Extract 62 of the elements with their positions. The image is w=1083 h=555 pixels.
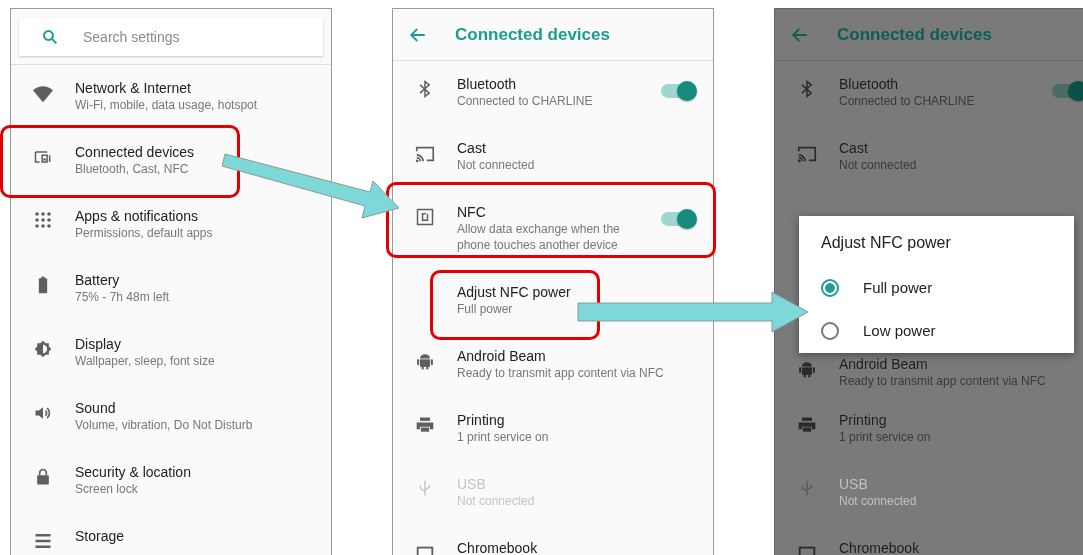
item-summary: Connected to CHARLINE (839, 93, 976, 109)
storage-icon (33, 531, 53, 551)
item-title[interactable]: Android Beam (839, 355, 1078, 373)
android-icon (415, 351, 435, 371)
item-title[interactable]: Chromebook (457, 539, 705, 555)
item-title[interactable]: Storage (75, 527, 323, 545)
item-title[interactable]: Security & location (75, 463, 323, 481)
item-summary: Permissions, default apps (75, 225, 214, 241)
item-title[interactable]: Apps & notifications (75, 207, 323, 225)
item-title[interactable]: Chromebook (839, 539, 1078, 555)
toggle-switch[interactable] (661, 84, 695, 98)
toggle-switch[interactable] (1052, 84, 1083, 98)
item-summary: 1 print service on (457, 429, 550, 445)
back-arrow-icon[interactable] (409, 25, 427, 44)
search-field[interactable]: Search settings (19, 18, 323, 56)
item-title[interactable]: Display (75, 335, 323, 353)
radio-button[interactable] (821, 321, 839, 340)
printer-icon (797, 415, 817, 435)
item-title[interactable]: Printing (839, 411, 1078, 429)
item-title[interactable]: Sound (75, 399, 323, 417)
option-label[interactable]: Full power (863, 279, 933, 296)
item-title[interactable]: Connected devices (75, 143, 323, 161)
item-summary: Ready to transmit app content via NFC (839, 373, 1047, 389)
item-title[interactable]: Cast (839, 139, 1078, 157)
apps-grid-icon (34, 211, 52, 229)
screen-title: Connected devices (837, 24, 992, 45)
item-title[interactable]: Cast (457, 139, 705, 157)
item-title[interactable]: Android Beam (457, 347, 705, 365)
item-title[interactable]: Bluetooth (839, 75, 1044, 93)
item-summary: 75% - 7h 48m left (75, 289, 171, 305)
option-label[interactable]: Low power (863, 322, 936, 339)
item-summary: Not connected (839, 493, 918, 509)
item-summary: Not connected (457, 157, 536, 173)
item-title[interactable]: Network & Internet (75, 79, 323, 97)
item-summary: 1 print service on (839, 429, 932, 445)
toggle-switch[interactable] (661, 212, 695, 226)
item-title[interactable]: Adjust NFC power (457, 283, 705, 301)
item-title[interactable]: Battery (75, 271, 323, 289)
item-summary: Wi-Fi, mobile, data usage, hotspot (75, 97, 259, 113)
item-summary: Volume, vibration, Do Not Disturb (75, 417, 254, 433)
wifi-icon (32, 83, 54, 105)
item-summary: Full power (457, 301, 514, 317)
dialog-title: Adjust NFC power (821, 234, 952, 252)
item-title[interactable]: NFC (457, 203, 653, 221)
item-summary: Ready to transmit app content via NFC (457, 365, 665, 381)
item-summary: Bluetooth, Cast, NFC (75, 161, 190, 177)
back-arrow-icon[interactable] (791, 25, 809, 44)
search-icon (41, 28, 59, 46)
radio-button[interactable] (821, 278, 839, 297)
android-icon (797, 359, 817, 379)
search-input[interactable]: Search settings (81, 28, 308, 46)
item-summary: Screen lock (75, 481, 139, 497)
nfc-icon (415, 207, 435, 227)
item-summary: Connected to CHARLINE (457, 93, 594, 109)
brightness-icon (33, 339, 53, 359)
item-summary: Wallpaper, sleep, font size (75, 353, 216, 369)
item-summary: Not connected (839, 157, 918, 173)
item-title[interactable]: Printing (457, 411, 705, 429)
printer-icon (415, 415, 435, 435)
screen-title: Connected devices (455, 24, 610, 45)
item-title[interactable]: Bluetooth (457, 75, 653, 93)
item-summary: Allow data exchange when the phone touches another device (457, 221, 621, 253)
